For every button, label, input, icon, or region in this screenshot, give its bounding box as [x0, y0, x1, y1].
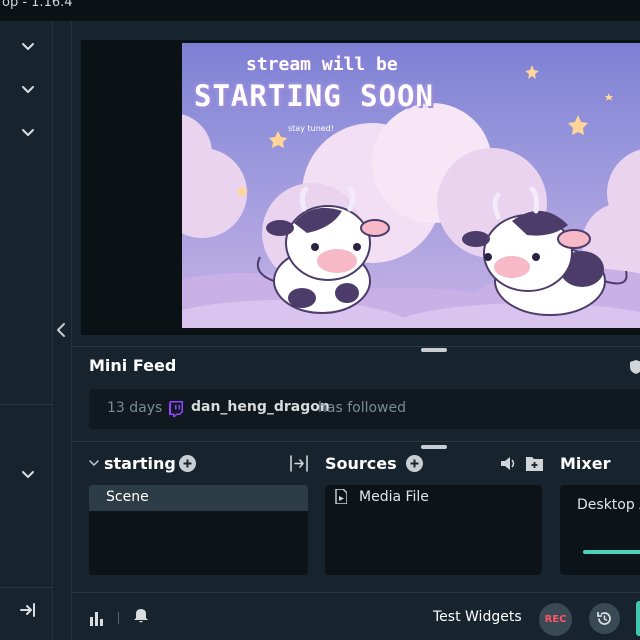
chevron-down-icon[interactable]	[20, 467, 36, 483]
go-live-button[interactable]	[636, 601, 640, 636]
collapse-to-edge-icon[interactable]	[18, 600, 38, 620]
nav-divider	[0, 587, 52, 588]
volume-slider[interactable]	[583, 550, 640, 554]
mixer-channel-label: Desktop A	[577, 497, 640, 513]
transition-icon[interactable]	[290, 455, 308, 472]
canvas-title-line-1: stream will be	[246, 54, 398, 75]
media-file-icon	[335, 489, 347, 504]
sources-title: Sources	[325, 454, 397, 473]
left-nav	[0, 21, 52, 640]
stats-icon[interactable]	[89, 610, 105, 626]
add-folder-icon[interactable]	[526, 455, 543, 471]
resize-handle[interactable]	[421, 445, 447, 449]
feed-divider	[72, 441, 640, 442]
add-source-icon[interactable]	[406, 455, 423, 472]
scene-canvas[interactable]: stream will be STARTING SOON stay tuned!	[182, 43, 640, 328]
title-bar: op - 1.16.4	[0, 0, 640, 21]
chevron-down-icon[interactable]	[20, 82, 36, 98]
streamlabs-window: op - 1.16.4 stream will be STARTING SOON…	[0, 0, 640, 640]
scene-item-label: Scene	[106, 489, 149, 505]
feed-time: 13 days	[107, 400, 163, 416]
feed-action: has followed	[318, 400, 406, 416]
chevron-down-icon[interactable]	[20, 125, 36, 141]
shield-icon[interactable]	[630, 360, 640, 374]
bell-icon[interactable]	[133, 608, 149, 624]
preview-divider	[72, 346, 640, 347]
nav-divider	[0, 404, 52, 405]
mini-feed-title: Mini Feed	[89, 356, 177, 375]
speaker-icon[interactable]	[499, 455, 517, 472]
chevron-left-icon[interactable]	[54, 320, 68, 340]
window-title: op - 1.16.4	[2, 0, 73, 10]
source-item-label[interactable]: Media File	[359, 489, 429, 505]
mixer-title: Mixer	[560, 454, 611, 473]
scene-item[interactable]: Scene	[89, 485, 308, 511]
chevron-down-icon[interactable]	[20, 39, 36, 55]
sources-list	[325, 485, 542, 575]
footer-separator	[118, 612, 119, 624]
resize-handle[interactable]	[421, 348, 447, 352]
test-widgets-button[interactable]: Test Widgets	[433, 609, 522, 625]
canvas-title-line-2: STARTING SOON	[194, 79, 434, 113]
chevron-down-icon[interactable]	[89, 458, 99, 468]
twitch-icon	[169, 401, 183, 417]
add-scene-icon[interactable]	[179, 455, 196, 472]
canvas-title-line-3: stay tuned!	[288, 124, 334, 133]
replay-buffer-button[interactable]	[589, 603, 620, 634]
replay-icon	[597, 612, 611, 625]
feed-username[interactable]: dan_heng_dragon	[191, 399, 330, 415]
record-button[interactable]: REC	[539, 603, 572, 636]
feed-item[interactable]: 13 days dan_heng_dragon has followed	[89, 389, 640, 429]
scene-collection-name[interactable]: starting	[104, 454, 176, 473]
